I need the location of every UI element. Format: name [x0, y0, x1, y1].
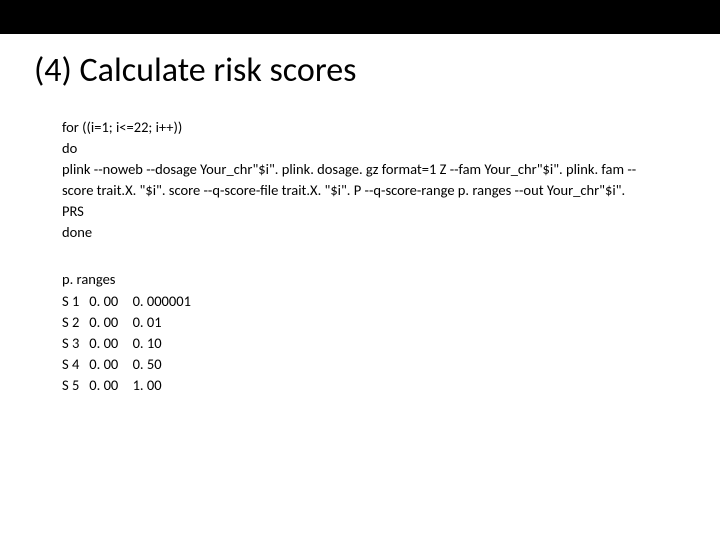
ranges-row: S 2 0. 00 0. 01 [62, 312, 686, 333]
code-line: for ((i=1; i<=22; i++)) [62, 117, 642, 138]
ranges-col1: 0. 00 [89, 291, 129, 312]
ranges-row: S 3 0. 00 0. 10 [62, 333, 686, 354]
ranges-col1: 0. 00 [89, 312, 129, 333]
ranges-row: S 4 0. 00 0. 50 [62, 354, 686, 375]
top-black-bar [0, 0, 720, 34]
ranges-col2: 0. 000001 [133, 292, 191, 310]
ranges-row: S 1 0. 00 0. 000001 [62, 291, 686, 312]
slide-title: (4) Calculate risk scores [34, 52, 686, 89]
code-line: do [62, 138, 642, 159]
ranges-col1: 0. 00 [89, 375, 129, 396]
shell-code-block: for ((i=1; i<=22; i++)) do plink --noweb… [62, 117, 642, 243]
ranges-col2: 0. 50 [133, 355, 162, 373]
ranges-header: p. ranges [62, 269, 686, 290]
ranges-label: S 4 [62, 354, 86, 375]
ranges-col1: 0. 00 [89, 333, 129, 354]
code-line: plink --noweb --dosage Your_chr"$i". pli… [62, 159, 642, 222]
ranges-label: S 5 [62, 375, 86, 396]
ranges-col2: 0. 01 [133, 313, 162, 331]
ranges-col2: 1. 00 [133, 376, 162, 394]
ranges-block: p. ranges S 1 0. 00 0. 000001 S 2 0. 00 … [62, 269, 686, 395]
ranges-label: S 2 [62, 312, 86, 333]
ranges-label: S 1 [62, 291, 86, 312]
ranges-col1: 0. 00 [89, 354, 129, 375]
ranges-label: S 3 [62, 333, 86, 354]
ranges-col2: 0. 10 [133, 334, 162, 352]
code-line: done [62, 222, 642, 243]
slide-body: (4) Calculate risk scores for ((i=1; i<=… [0, 34, 720, 396]
ranges-row: S 5 0. 00 1. 00 [62, 375, 686, 396]
